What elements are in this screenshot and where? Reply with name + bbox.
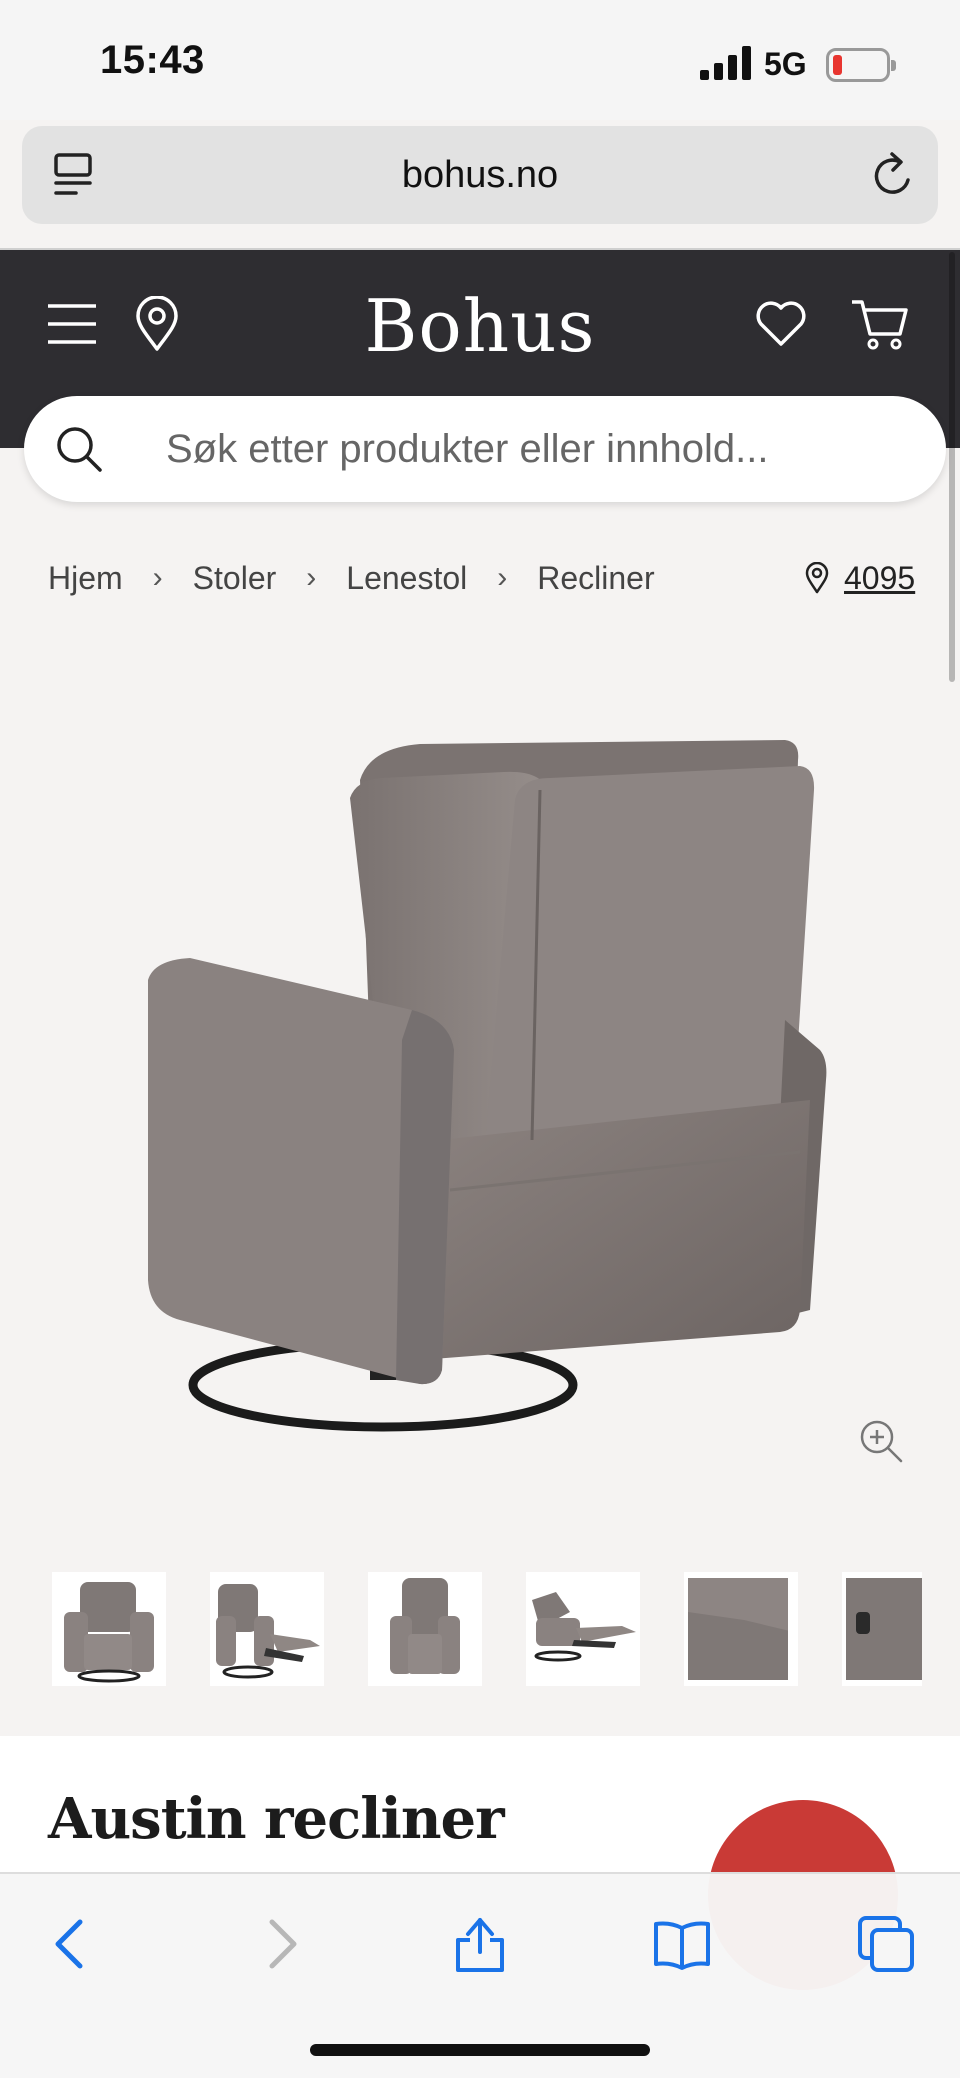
store-number[interactable]: 4095 [844, 560, 915, 597]
breadcrumb-item-recliner[interactable]: Recliner [537, 560, 654, 597]
product-title: Austin recliner [48, 1786, 505, 1852]
thumbnail-strip [52, 1572, 922, 1686]
page: 15:43 5G bohus.no Bohus Søk etter produk… [0, 0, 960, 2078]
network-label: 5G [764, 46, 807, 82]
status-time: 15:43 [100, 38, 205, 82]
location-pin-icon [805, 562, 829, 594]
status-bar: 15:43 5G [0, 0, 960, 120]
chevron-right-icon: › [306, 561, 317, 594]
thumbnail-1[interactable] [52, 1572, 166, 1686]
scrollbar[interactable] [949, 252, 955, 682]
thumbnail-5[interactable] [684, 1572, 798, 1686]
search-input[interactable] [166, 416, 906, 482]
thumbnail-3[interactable] [368, 1572, 482, 1686]
thumbnail-2[interactable] [210, 1572, 324, 1686]
tabs-icon[interactable] [856, 1914, 916, 1974]
breadcrumb: Hjem › Stoler › Lenestol › Recliner [48, 556, 655, 600]
cart-icon[interactable] [850, 296, 910, 352]
address-bar[interactable]: bohus.no [22, 126, 938, 224]
chevron-right-icon: › [152, 561, 163, 594]
chevron-right-icon: › [497, 561, 508, 594]
bookmarks-icon[interactable] [652, 1914, 712, 1974]
thumbnail-4[interactable] [526, 1572, 640, 1686]
back-icon[interactable] [42, 1914, 102, 1974]
breadcrumb-item-armchair[interactable]: Lenestol [346, 560, 467, 597]
breadcrumb-item-home[interactable]: Hjem [48, 560, 123, 597]
store-selector[interactable]: 4095 [804, 556, 915, 600]
thumbnail-6[interactable] [842, 1572, 922, 1686]
url-text[interactable]: bohus.no [22, 154, 938, 197]
zoom-icon[interactable] [858, 1418, 904, 1464]
search-box[interactable] [24, 396, 946, 502]
search-icon[interactable] [54, 424, 104, 474]
share-icon[interactable] [450, 1914, 510, 1974]
heart-icon[interactable] [754, 298, 808, 348]
battery-icon [826, 48, 896, 82]
site-logo[interactable]: Bohus [0, 284, 960, 368]
reload-icon[interactable] [870, 150, 918, 200]
signal-icon [700, 46, 751, 80]
forward-icon[interactable] [250, 1914, 310, 1974]
breadcrumb-item-chairs[interactable]: Stoler [193, 560, 277, 597]
product-image[interactable] [120, 720, 840, 1440]
home-indicator [310, 2044, 650, 2056]
